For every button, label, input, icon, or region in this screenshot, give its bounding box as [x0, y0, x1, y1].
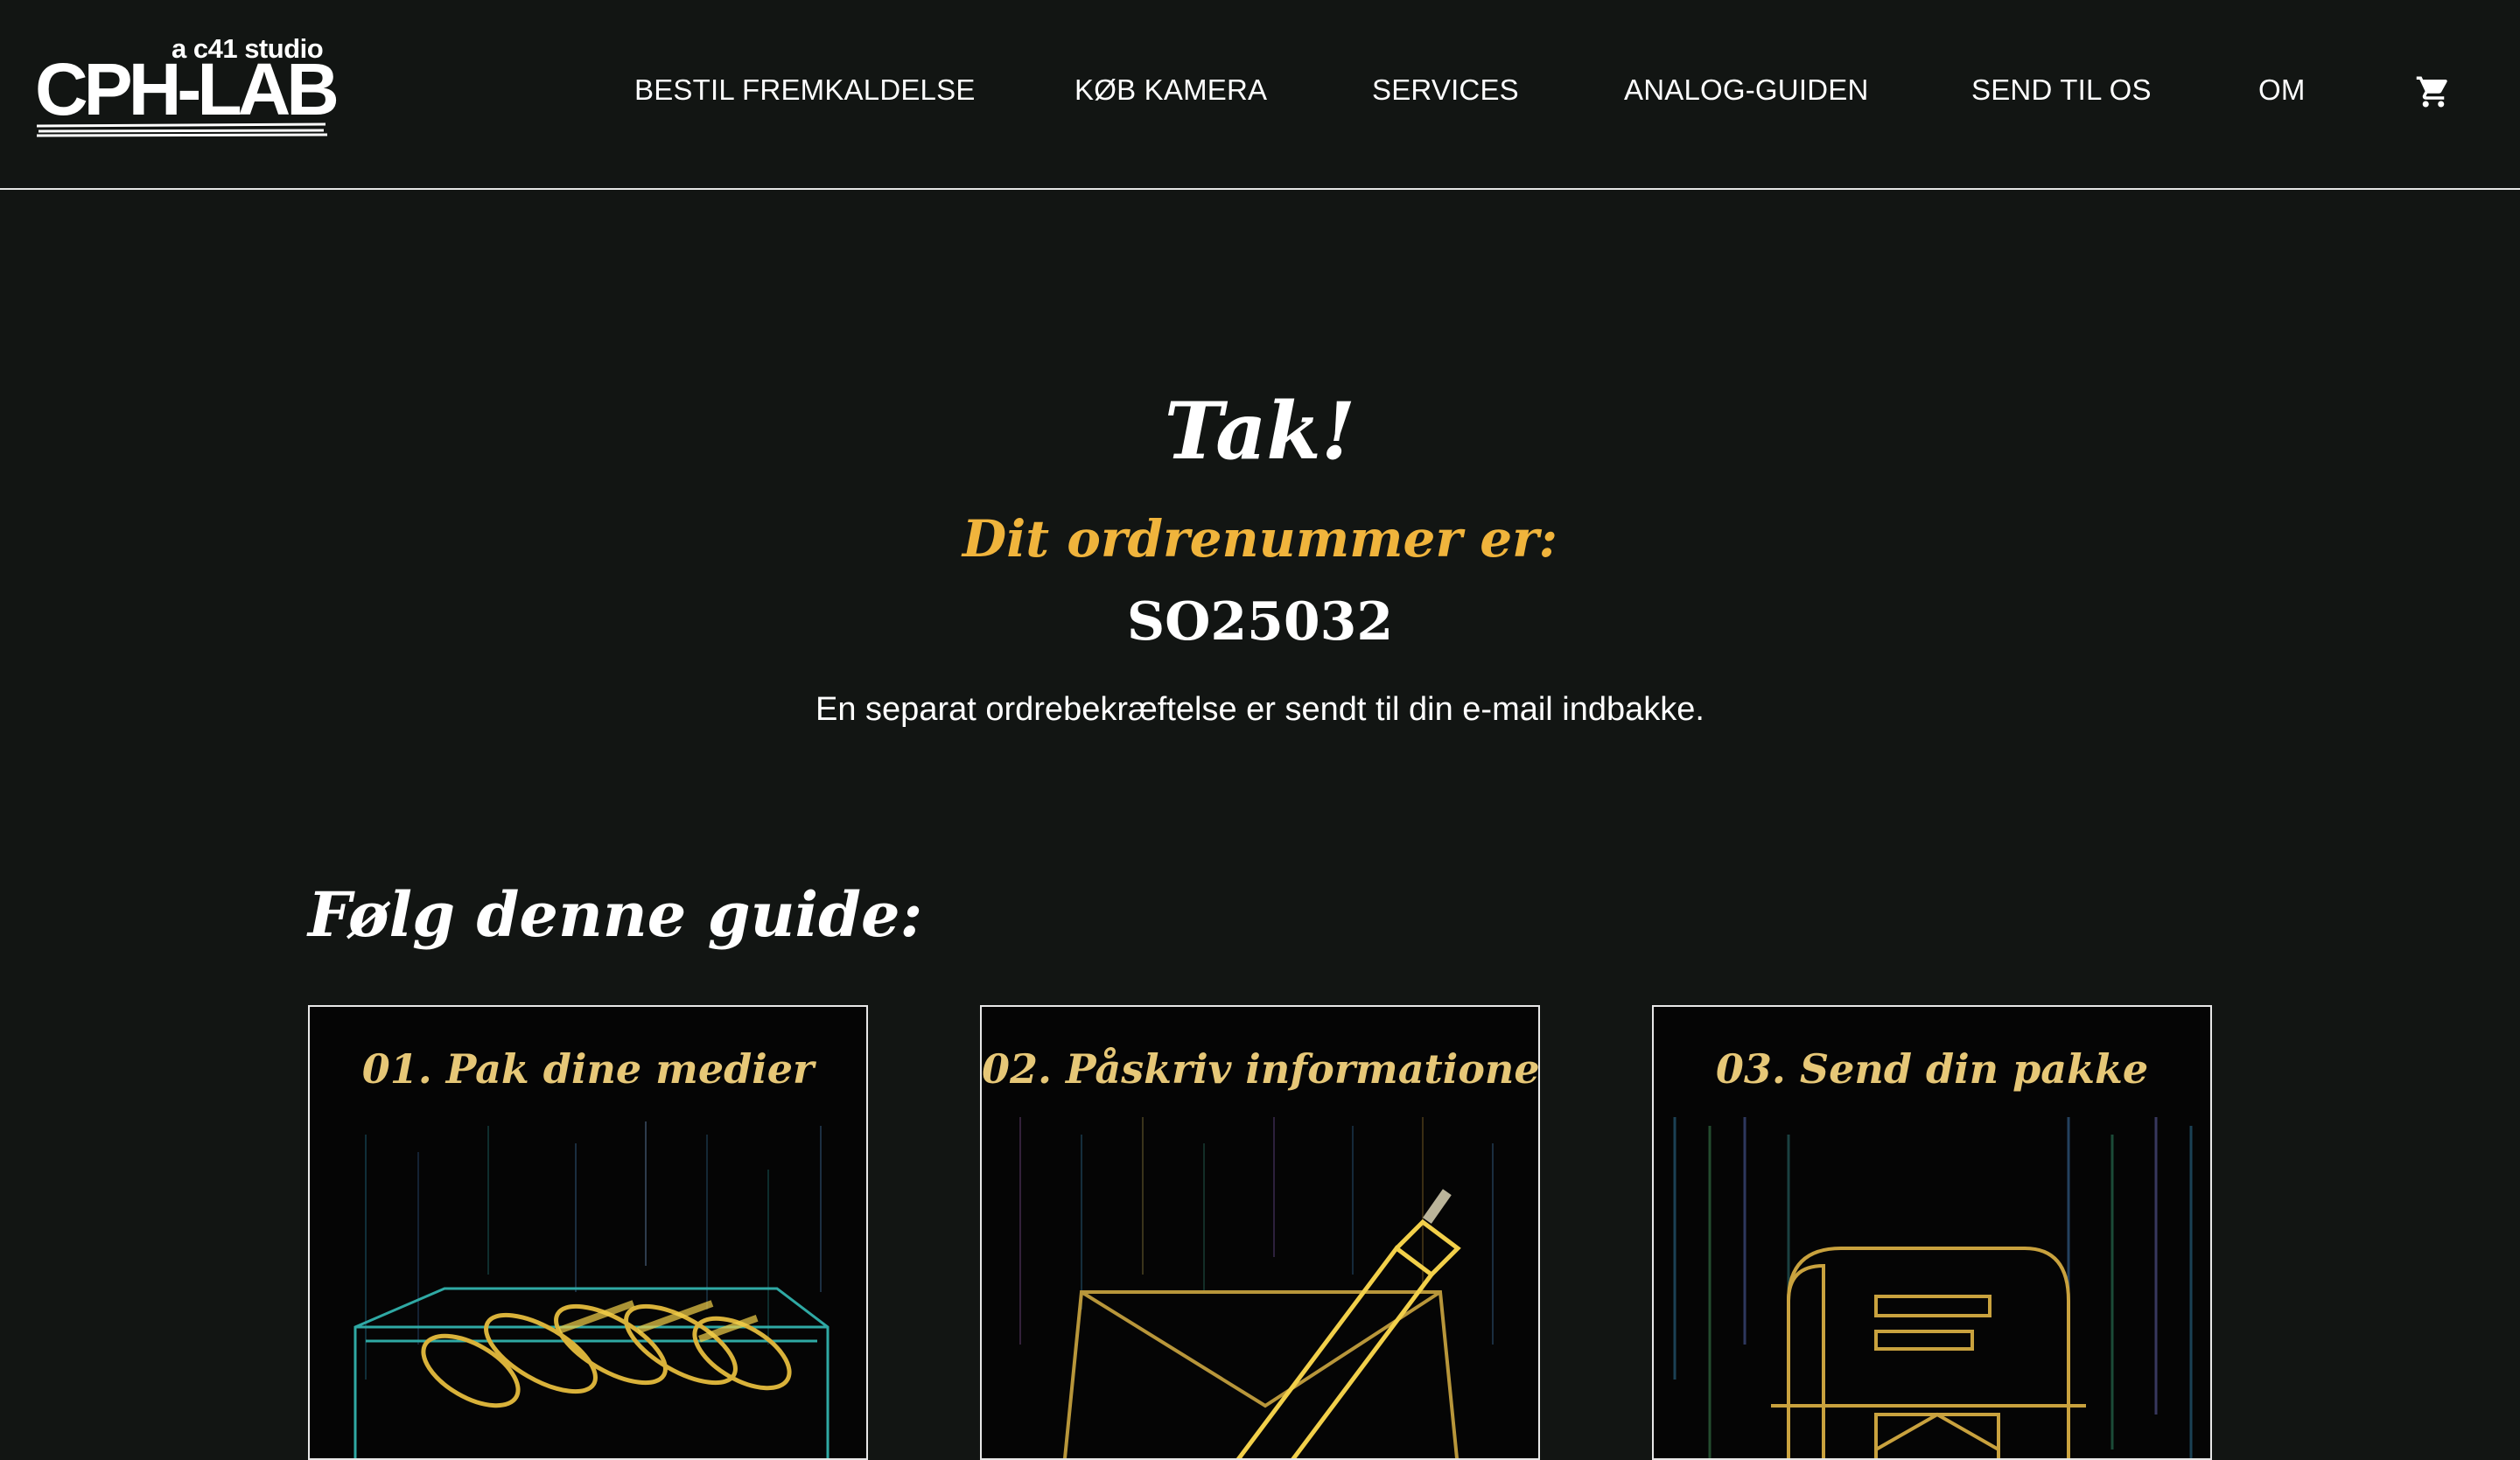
- thanks-heading: Tak!: [1164, 385, 1356, 478]
- nav-bestil-fremkaldelse[interactable]: BESTIL FREMKALDELSE: [634, 73, 976, 107]
- nav-om[interactable]: OM: [2258, 73, 2306, 107]
- guide-step-card-2: 02. Påskriv informationer: [980, 1005, 1540, 1460]
- nav-analog-guiden[interactable]: ANALOG-GUIDEN: [1624, 73, 1868, 107]
- mailbox-illustration: [1673, 1117, 2193, 1458]
- logo-underline-icon: [36, 122, 328, 137]
- nav-send-til-os[interactable]: SEND TIL OS: [1971, 73, 2152, 107]
- logo[interactable]: a c41 studio CPH-LAB: [35, 33, 340, 142]
- guide-step-card-1: 01. Pak dine medier: [308, 1005, 868, 1460]
- confirmation-message: En separat ordrebekræftelse er sendt til…: [816, 691, 1704, 728]
- order-number-label: Dit ordrenummer er:: [962, 509, 1558, 569]
- guide-step-card-3: 03. Send din pakke: [1652, 1005, 2212, 1460]
- shopping-cart-icon[interactable]: [2413, 73, 2454, 110]
- guide-step-title: 01. Pak dine medier: [361, 1045, 815, 1093]
- guide-step-title: 03. Send din pakke: [1715, 1045, 2149, 1093]
- nav-koeb-kamera[interactable]: KØB KAMERA: [1074, 73, 1267, 107]
- guide-title: Følg denne guide:: [308, 878, 923, 951]
- site-header: a c41 studio CPH-LAB BESTIL FREMKALDELSE…: [0, 0, 2520, 190]
- logo-wordmark: CPH-LAB: [35, 48, 340, 130]
- order-number: SO25032: [1126, 591, 1394, 653]
- envelope-pencil-illustration: [1019, 1117, 1494, 1458]
- film-box-illustration: [354, 1121, 830, 1458]
- guide-step-title: 02. Påskriv informationer: [982, 1045, 1540, 1093]
- nav-services[interactable]: SERVICES: [1372, 73, 1519, 107]
